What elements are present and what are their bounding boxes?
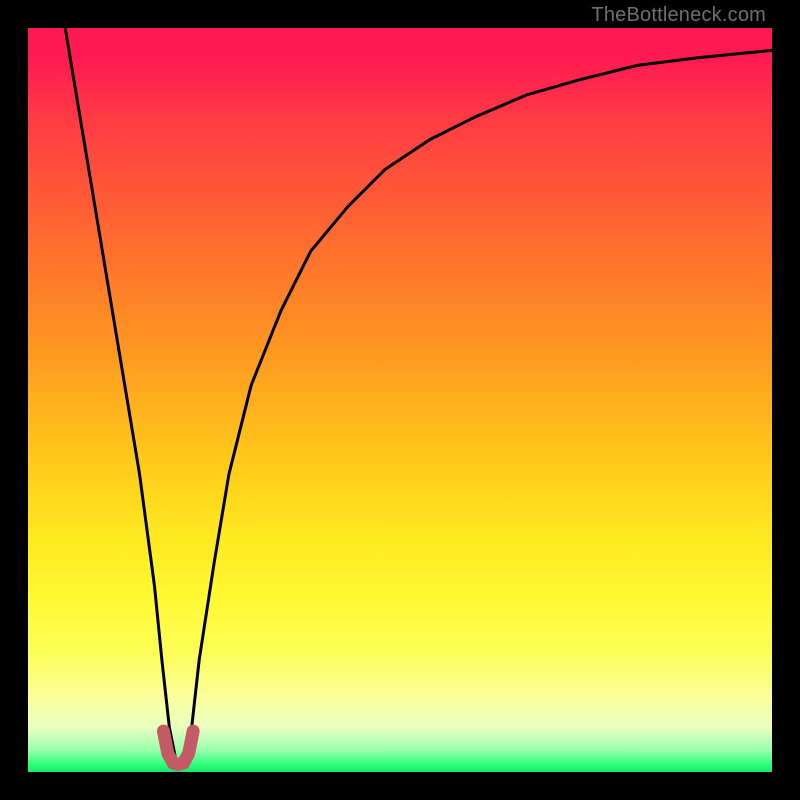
- trough-u-shape: [163, 731, 193, 764]
- curve-line: [65, 28, 772, 765]
- attribution-text: TheBottleneck.com: [591, 4, 766, 27]
- chart-frame: TheBottleneck.com: [0, 0, 800, 800]
- trough-marker: [163, 731, 193, 764]
- chart-svg: [28, 28, 772, 772]
- bottleneck-curve: [65, 28, 772, 765]
- plot-area: [28, 28, 772, 772]
